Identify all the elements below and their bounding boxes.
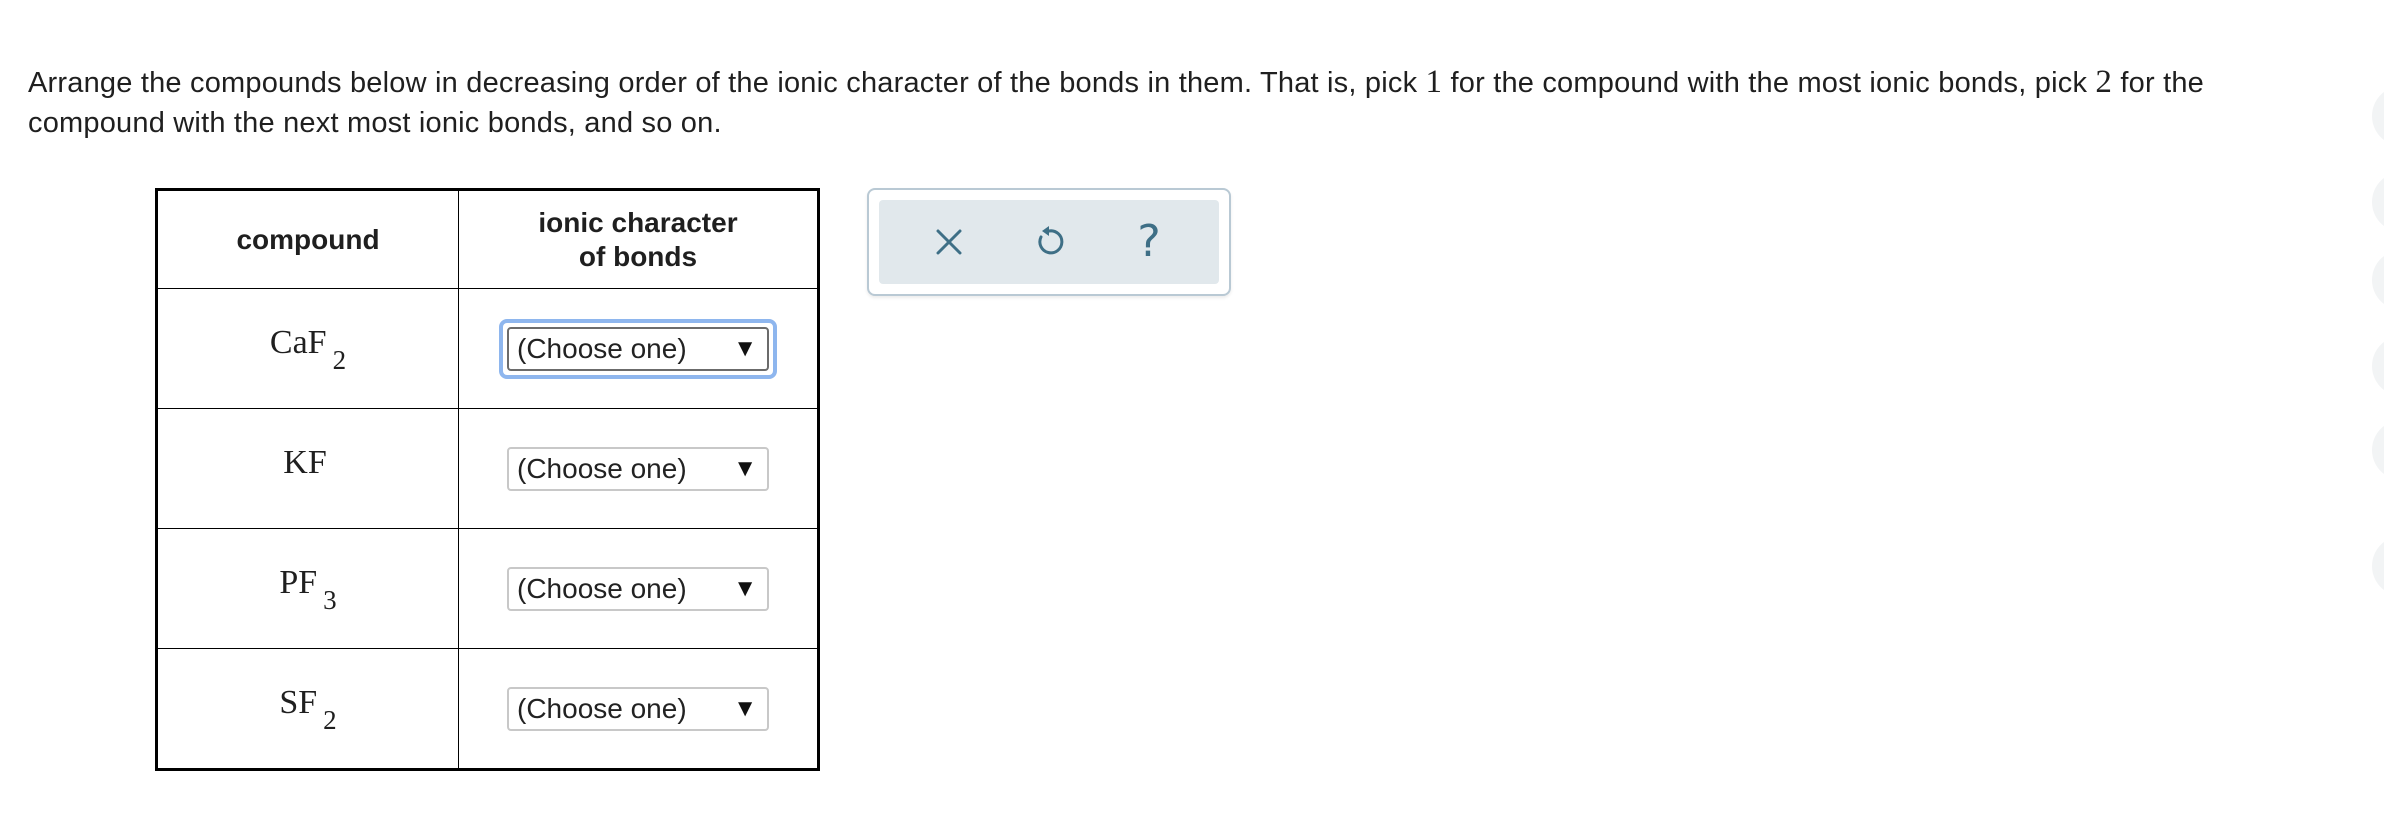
ranking-table: compound ionic character of bonds CaF 2 (… [155,188,820,771]
header-compound: compound [156,189,459,289]
select-value: (Choose one) [517,332,687,364]
table-row: PF 3 (Choose one) ▼ [156,528,819,649]
clear-button[interactable] [919,212,979,272]
side-tab-circle[interactable] [2372,86,2384,146]
side-tab-circle[interactable] [2372,172,2384,232]
side-tab-circle[interactable] [2372,420,2384,480]
compound-formula: SF 2 [279,683,336,735]
header-ionic-character: ionic character of bonds [458,189,819,289]
dropdown-arrow-icon: ▼ [733,694,757,722]
header-ionic-line2: of bonds [578,240,698,272]
compound-cell: CaF 2 [156,288,459,409]
close-icon [936,229,962,255]
question-text-part1: Arrange the compounds below in decreasin… [28,67,1426,99]
question-text: Arrange the compounds below in decreasin… [28,62,2328,143]
dropdown-arrow-icon: ▼ [733,454,757,482]
dropdown-arrow-icon: ▼ [733,574,757,602]
question-number-2: 2 [2095,64,2113,100]
rank-select-pf3[interactable]: (Choose one) ▼ [507,566,769,611]
rank-cell: (Choose one) ▼ [458,528,819,649]
question-number-1: 1 [1425,64,1443,100]
rank-select-kf[interactable]: (Choose one) ▼ [507,446,769,491]
answer-toolbar-inner: ? [879,200,1219,284]
compound-cell: PF 3 [156,528,459,649]
rank-select-wrap: (Choose one) ▼ [499,559,777,619]
side-tab-circle[interactable] [2372,336,2384,396]
rank-select-wrap: (Choose one) ▼ [499,679,777,739]
formula-subscript: 3 [323,584,337,615]
formula-text: KF [283,443,327,481]
compound-formula: KF [283,444,332,481]
rank-select-wrap: (Choose one) ▼ [499,439,777,499]
help-icon: ? [1137,216,1161,267]
select-value: (Choose one) [517,692,687,724]
rank-cell: (Choose one) ▼ [458,408,819,529]
header-ionic-line1: ionic character [538,206,738,238]
formula-text: CaF [269,323,327,361]
compound-cell: KF [156,408,459,529]
select-value: (Choose one) [517,572,687,604]
dropdown-arrow-icon: ▼ [733,334,757,362]
side-tab-circle[interactable] [2372,250,2384,310]
table-row: KF (Choose one) ▼ [156,408,819,529]
formula-text: SF [279,683,318,721]
rank-cell: (Choose one) ▼ [458,288,819,409]
answer-toolbar: ? [867,188,1231,296]
rank-select-sf2[interactable]: (Choose one) ▼ [507,686,769,731]
formula-subscript: 2 [332,344,347,375]
side-tab-circle[interactable] [2372,536,2384,596]
compound-cell: SF 2 [156,648,459,770]
formula-text: PF [279,563,318,601]
undo-button[interactable] [1019,212,1079,272]
help-button[interactable]: ? [1119,212,1179,272]
undo-icon [1038,226,1064,255]
table-row: CaF 2 (Choose one) ▼ [156,288,819,409]
table-row: SF 2 (Choose one) ▼ [156,648,819,770]
compound-formula: CaF 2 [269,323,346,375]
question-text-part2: for the compound with the most ionic bon… [1442,67,2096,99]
compound-formula: PF 3 [279,563,336,615]
rank-select-caf2[interactable]: (Choose one) ▼ [507,326,769,371]
rank-cell: (Choose one) ▼ [458,648,819,770]
rank-select-focus-ring: (Choose one) ▼ [499,318,777,379]
select-value: (Choose one) [517,452,687,484]
formula-subscript: 2 [323,704,337,735]
